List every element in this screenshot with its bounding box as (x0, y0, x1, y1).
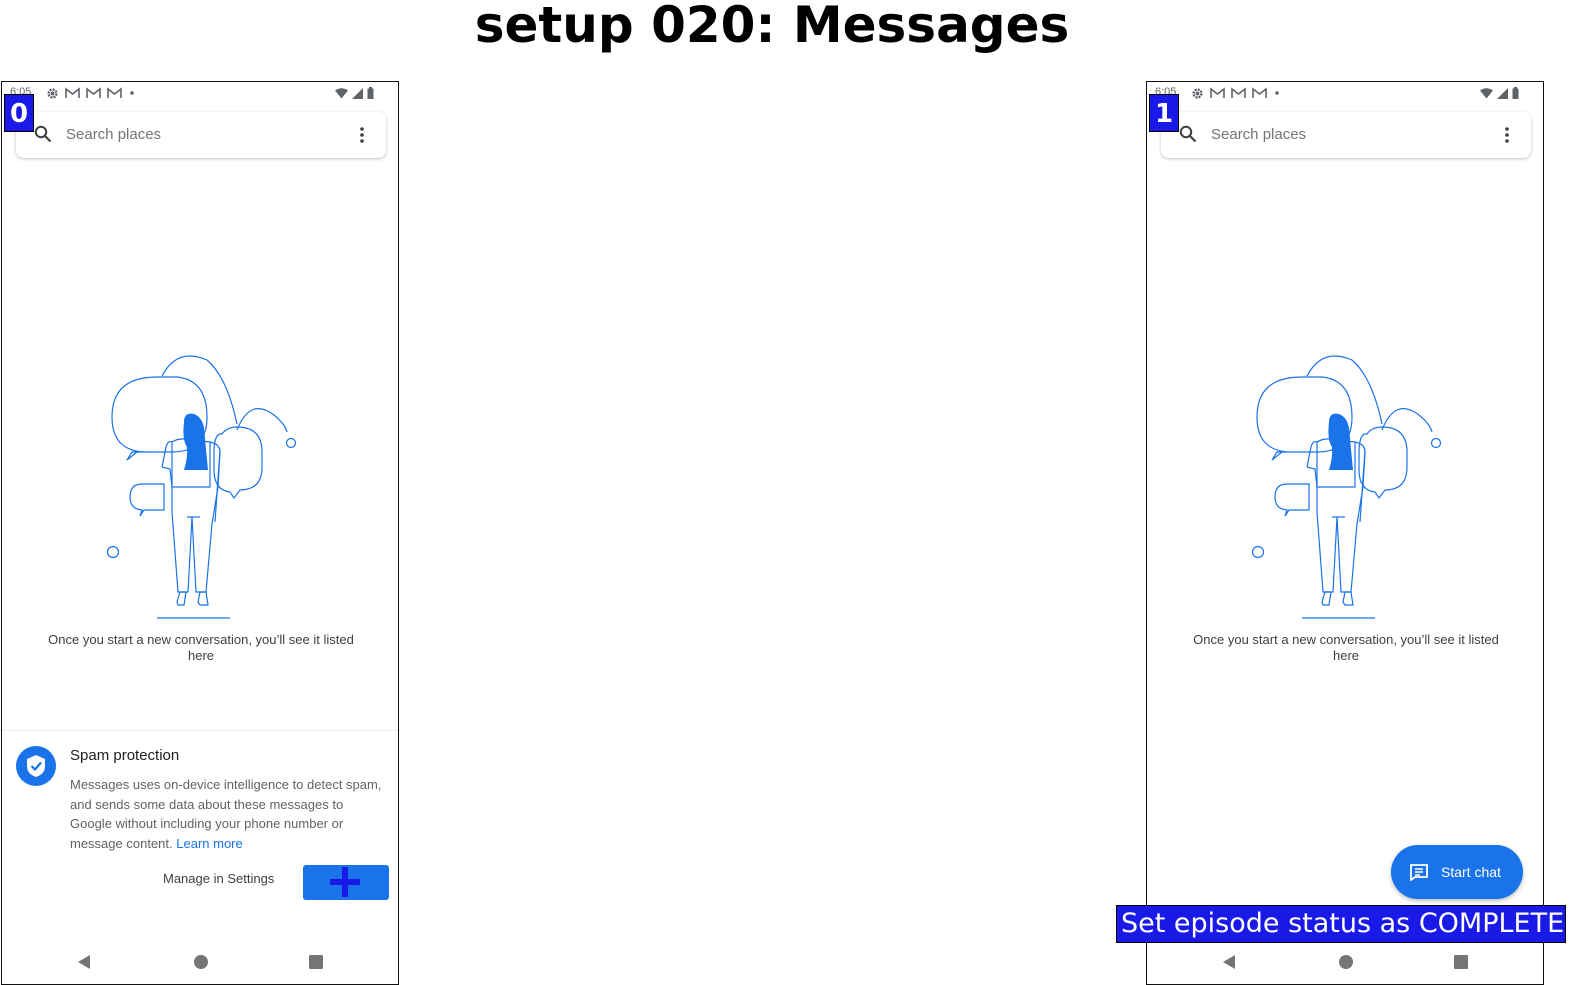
search-bar[interactable] (1161, 112, 1531, 158)
step-badge: 0 (4, 94, 34, 132)
gmail-icon (65, 87, 80, 98)
gear-icon (1192, 87, 1203, 99)
search-bar[interactable] (16, 112, 386, 158)
search-icon (1179, 125, 1197, 143)
empty-conversations-illustration (1251, 355, 1442, 619)
back-icon[interactable] (1221, 954, 1237, 970)
notification-icons (1191, 84, 1281, 102)
recents-icon[interactable] (1454, 955, 1468, 969)
gmail-icon (1252, 87, 1267, 98)
status-bar: 6:05 (2, 82, 398, 104)
empty-state-text: Once you start a new conversation, you’l… (48, 632, 354, 663)
search-input[interactable] (1211, 126, 1471, 143)
episode-status-banner: Set episode status as COMPLETE (1116, 905, 1566, 943)
back-icon[interactable] (76, 954, 92, 970)
navigation-bar (2, 934, 398, 984)
tap-target-cross-icon (330, 867, 360, 897)
wifi-icon (335, 87, 348, 98)
search-icon (34, 125, 52, 143)
more-vert-icon[interactable] (360, 126, 364, 144)
gmail-icon (1210, 87, 1225, 98)
notification-icons (46, 84, 136, 102)
wifi-icon (1480, 87, 1493, 98)
empty-state-text: Once you start a new conversation, you’l… (1193, 632, 1499, 663)
start-chat-button[interactable]: Start chat (1391, 845, 1523, 899)
gmail-icon (86, 87, 101, 98)
spam-protection-title: Spam protection (70, 747, 180, 764)
empty-conversations-illustration (106, 355, 297, 619)
page-title: setup 020: Messages (474, 0, 1070, 54)
signal-icon (1497, 87, 1508, 99)
recents-icon[interactable] (309, 955, 323, 969)
phone-screen-0: 6:05 0 Search places Once you start a ne… (1, 81, 399, 985)
search-input[interactable] (66, 126, 326, 143)
manage-in-settings-button[interactable]: Manage in Settings (157, 867, 280, 890)
home-icon[interactable] (193, 954, 209, 970)
gear-icon (47, 87, 58, 99)
dot-icon (1275, 91, 1279, 95)
spam-protection-description: Messages uses on-device intelligence to … (70, 775, 388, 853)
dot-icon (130, 91, 134, 95)
battery-icon (367, 87, 374, 99)
gmail-icon (107, 87, 122, 98)
system-icons (1480, 84, 1519, 102)
system-icons (335, 84, 374, 102)
battery-icon (1512, 87, 1519, 99)
signal-icon (352, 87, 363, 99)
learn-more-link[interactable]: Learn more (176, 836, 242, 851)
start-chat-label: Start chat (1441, 864, 1501, 880)
home-icon[interactable] (1338, 954, 1354, 970)
more-vert-icon[interactable] (1505, 126, 1509, 144)
gmail-icon (1231, 87, 1246, 98)
step-badge: 1 (1149, 94, 1179, 132)
shield-check-icon (16, 746, 56, 786)
chat-icon (1410, 864, 1428, 881)
phone-screen-1: 6:05 1 Search places Once you start a ne… (1146, 81, 1544, 985)
status-bar: 6:05 (1147, 82, 1543, 104)
